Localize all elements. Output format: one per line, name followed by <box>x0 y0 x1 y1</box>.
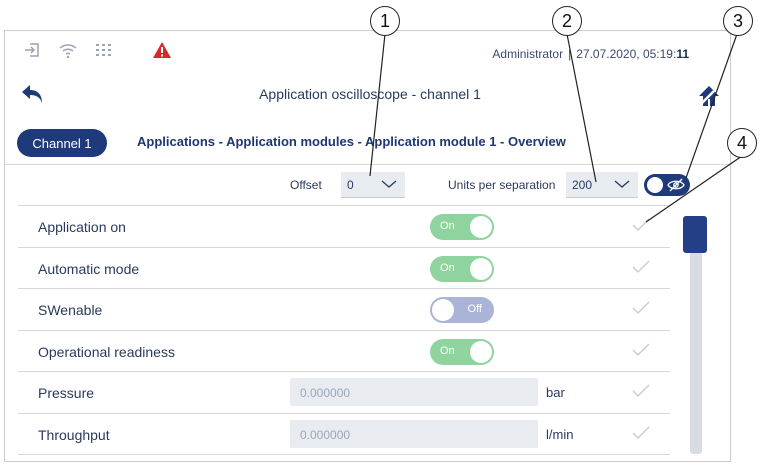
callout-1: 1 <box>370 6 400 36</box>
callout-4: 4 <box>727 128 757 158</box>
callout-3: 3 <box>723 6 753 36</box>
callout-2: 2 <box>552 6 582 36</box>
callout-lines <box>369 33 743 223</box>
